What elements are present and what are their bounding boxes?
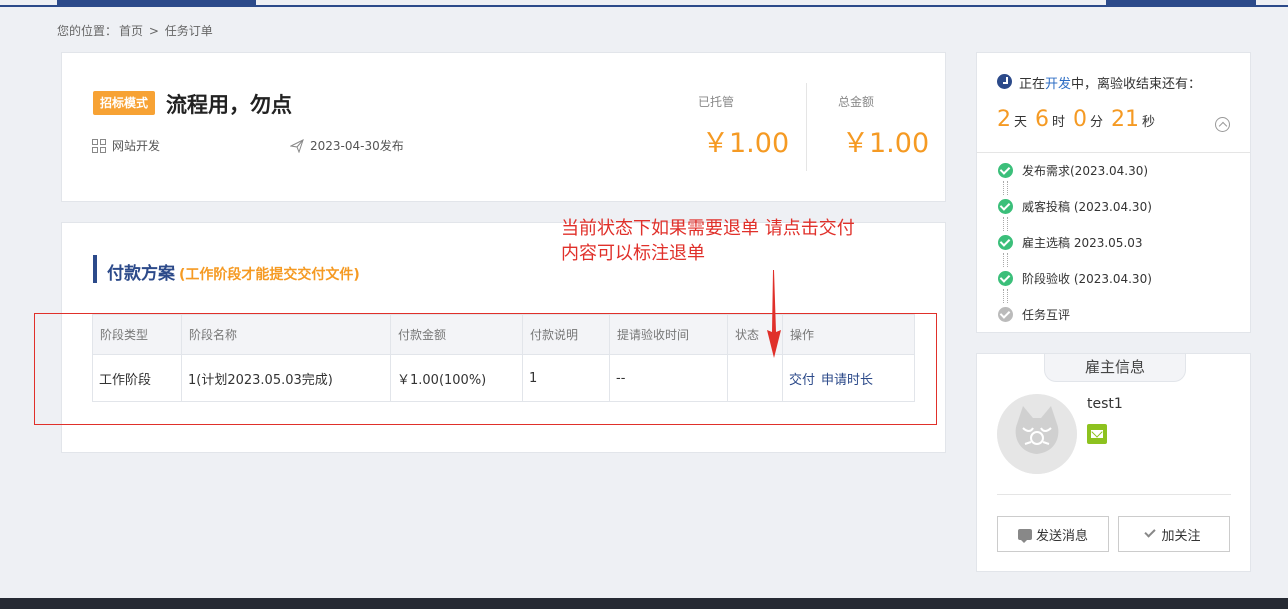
escrow-label: 已托管	[698, 95, 735, 109]
nav-active-block-left	[57, 0, 256, 7]
avatar[interactable]	[997, 394, 1077, 474]
step-connector	[1003, 289, 1008, 303]
send-message-label: 发送消息	[1035, 528, 1088, 544]
annotation-arrow-icon	[767, 270, 781, 358]
check-circle-icon	[998, 271, 1013, 286]
countdown-hours: 6	[1035, 107, 1050, 132]
col-submit-time: 提请验收时间	[609, 314, 728, 355]
countdown-days-unit: 天	[1014, 115, 1028, 130]
escrow-amount: ￥1.00	[702, 128, 790, 159]
check-circle-icon	[998, 199, 1013, 214]
countdown-days: 2	[997, 107, 1011, 132]
status-line: 正在开发中，离验收结束还有：	[1019, 73, 1201, 92]
countdown-timer: 2天 6时 0分 21 秒	[997, 107, 1160, 132]
chat-bubble-icon	[1017, 528, 1032, 543]
progress-step: 雇主选稿 2023.05.03	[998, 233, 1152, 269]
countdown-hours-unit: 时	[1052, 115, 1066, 130]
mode-badge: 招标模式	[93, 91, 156, 115]
step-label: 发布需求(2023.04.30)	[1022, 164, 1149, 178]
step-connector	[1003, 217, 1008, 231]
email-verified-icon	[1087, 424, 1107, 444]
employer-divider	[997, 494, 1231, 495]
cell-submit-time: --	[609, 354, 728, 402]
follow-button[interactable]: 加关注	[1118, 516, 1230, 552]
progress-step: 威客投稿 (2023.04.30)	[998, 197, 1152, 233]
cell-stage-name: 1(计划2023.05.03完成)	[181, 354, 391, 402]
top-nav-strip	[0, 0, 1288, 7]
breadcrumb-prefix: 您的位置：	[57, 24, 118, 38]
nav-active-block-right	[1106, 0, 1256, 7]
category-grid-icon	[92, 138, 106, 153]
status-divider	[977, 152, 1250, 153]
col-note: 付款说明	[522, 314, 610, 355]
status-suffix: 中，离验收结束还有：	[1071, 77, 1202, 92]
chevron-up-icon[interactable]	[1215, 117, 1230, 132]
table-row: 工作阶段 1(计划2023.05.03完成) ￥1.00(100%) 1 -- …	[92, 354, 915, 402]
countdown-minutes-unit: 分	[1090, 115, 1104, 130]
status-prefix: 正在	[1019, 77, 1046, 92]
col-stage-type: 阶段类型	[92, 314, 182, 355]
follow-label: 加关注	[1161, 528, 1201, 544]
checkmark-icon	[1144, 526, 1157, 538]
order-title: 流程用，勿点	[166, 93, 292, 117]
payment-stages-table: 阶段类型 阶段名称 付款金额 付款说明 提请验收时间 状态 操作 工作阶段 1(…	[92, 314, 915, 402]
section-accent-bar	[93, 255, 97, 283]
default-avatar-icon	[997, 394, 1077, 474]
paper-plane-icon	[290, 138, 304, 153]
step-connector	[1003, 181, 1008, 195]
progress-step: 任务互评	[998, 305, 1152, 341]
deliver-link[interactable]: 交付	[789, 373, 815, 388]
total-label: 总金额	[838, 95, 875, 109]
task-status-card: 正在开发中，离验收结束还有： 2天 6时 0分 21 秒 发布需求(2023.04…	[976, 52, 1251, 333]
breadcrumb: 您的位置： 首页 > 任务订单	[57, 22, 215, 39]
page-footer	[0, 598, 1288, 609]
step-label: 威客投稿 (2023.04.30)	[1022, 200, 1152, 214]
category-label: 网站开发	[112, 139, 161, 153]
payment-plan-subtitle: (工作阶段才能提交交付文件)	[179, 267, 360, 283]
step-label: 任务互评	[1022, 308, 1071, 322]
order-publish-date: 2023-04-30发布	[290, 137, 404, 154]
total-amount: ￥1.00	[842, 128, 930, 159]
progress-steps: 发布需求(2023.04.30) 威客投稿 (2023.04.30) 雇主选稿 …	[998, 161, 1152, 341]
table-header-row: 阶段类型 阶段名称 付款金额 付款说明 提请验收时间 状态 操作	[92, 314, 915, 355]
check-circle-icon	[998, 163, 1013, 178]
breadcrumb-current: 任务订单	[164, 24, 213, 38]
status-stage: 开发	[1045, 77, 1072, 92]
cell-amount: ￥1.00(100%)	[390, 354, 523, 402]
order-summary-card: 招标模式 流程用，勿点 网站开发 2023-04-30发布 已托管 ￥1.00 …	[61, 52, 946, 202]
countdown-minutes: 0	[1073, 107, 1088, 132]
apply-extension-link[interactable]: 申请时长	[821, 373, 873, 388]
payment-plan-heading: 付款方案	[107, 264, 175, 284]
countdown-seconds-unit: 秒	[1142, 115, 1156, 130]
amount-divider	[806, 83, 807, 171]
step-label: 雇主选稿 2023.05.03	[1022, 236, 1143, 250]
annotation-text: 当前状态下如果需要退单 请点击交付 内容可以标注退单	[561, 216, 855, 266]
cell-status	[727, 354, 783, 402]
annotation-line-2: 内容可以标注退单	[561, 243, 705, 264]
cell-actions: 交付 申请时长	[782, 354, 915, 402]
col-stage-name: 阶段名称	[181, 314, 391, 355]
progress-step: 发布需求(2023.04.30)	[998, 161, 1152, 197]
cell-note: 1	[522, 354, 610, 402]
employer-info-card: 雇主信息 test1 发送消息 加关注	[976, 353, 1251, 572]
col-amount: 付款金额	[390, 314, 523, 355]
check-circle-pending-icon	[998, 307, 1013, 322]
cell-stage-type: 工作阶段	[92, 354, 182, 402]
send-message-button[interactable]: 发送消息	[997, 516, 1109, 552]
step-label: 阶段验收 (2023.04.30)	[1022, 272, 1152, 286]
clock-icon	[997, 74, 1012, 89]
countdown-seconds: 21	[1111, 107, 1140, 132]
breadcrumb-separator: >	[148, 24, 159, 38]
publish-date-label: 2023-04-30发布	[310, 139, 404, 153]
step-connector	[1003, 253, 1008, 267]
check-circle-icon	[998, 235, 1013, 250]
employer-username: test1	[1087, 396, 1123, 412]
progress-step: 阶段验收 (2023.04.30)	[998, 269, 1152, 305]
annotation-line-1: 当前状态下如果需要退单 请点击交付	[561, 218, 855, 239]
breadcrumb-home-link[interactable]: 首页	[119, 24, 143, 38]
payment-plan-title: 付款方案 (工作阶段才能提交交付文件)	[107, 259, 360, 284]
order-category: 网站开发	[92, 137, 160, 154]
employer-info-tab: 雇主信息	[1044, 354, 1186, 382]
col-actions: 操作	[782, 314, 915, 355]
